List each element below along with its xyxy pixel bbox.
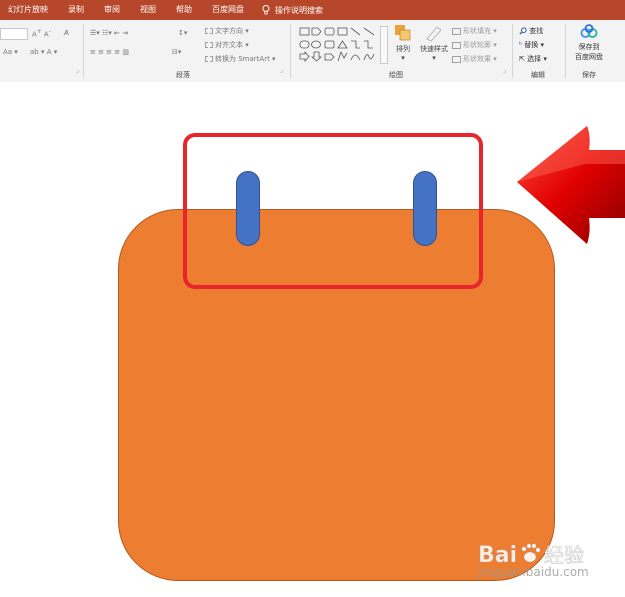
tell-me-label: 操作说明搜索 <box>275 5 323 15</box>
tell-me-search[interactable]: 操作说明搜索 <box>254 5 323 16</box>
quick-styles-label: 快速样式 <box>420 45 448 53</box>
tab-help[interactable]: 帮助 <box>166 0 202 20</box>
select-label: 选择 <box>527 55 542 63</box>
arrange-icon <box>395 25 411 41</box>
drawing-dialog-launcher[interactable]: ⌟ <box>503 67 506 74</box>
tab-baidu-netdisk[interactable]: 百度网盘 <box>202 0 254 20</box>
align-buttons[interactable]: ≡ ≡ ≡ ≡ ▥ <box>90 48 129 56</box>
replace-button[interactable]: ᵇ 替换 ▾ <box>519 40 544 50</box>
align-text-label: 对齐文本 <box>215 41 243 49</box>
replace-icon: ᵇ <box>519 41 522 49</box>
shape-effects-label: 形状效果 <box>463 55 491 63</box>
ribbon: A+ A- A̸ Aa ▾ ab ▾ A ▾ ⌟ ☰▾ ☷▾ ⇤ ⇥ ↕▾ ≡ … <box>0 20 625 83</box>
arrange-button[interactable]: 排列 ▾ <box>391 24 415 62</box>
red-arrow-icon <box>517 126 625 244</box>
highlight-box <box>183 133 483 289</box>
text-direction-label: 文字方向 <box>215 27 243 35</box>
shape-effects-button[interactable]: 形状效果 ▾ <box>452 54 497 64</box>
drawing-group-label: 绘图 <box>389 71 403 79</box>
clear-format-button[interactable]: A̸ <box>64 29 69 37</box>
watermark-text: 经验 <box>544 543 584 567</box>
tab-slideshow[interactable]: 幻灯片放映 <box>0 0 58 20</box>
save-group-label: 保存 <box>582 71 596 79</box>
bullets-button[interactable]: ☰▾ ☷▾ ⇤ ⇥ <box>90 29 128 37</box>
ribbon-tab-bar: 幻灯片放映 录制 审阅 视图 帮助 百度网盘 操作说明搜索 <box>0 0 625 20</box>
find-button[interactable]: 查找 <box>519 26 543 36</box>
tab-review[interactable]: 审阅 <box>94 0 130 20</box>
select-button[interactable]: ⇱ 选择 ▾ <box>519 54 547 64</box>
font-grow-button[interactable]: A+ A- <box>32 29 51 38</box>
paragraph-group-label: 段落 <box>176 71 190 79</box>
find-label: 查找 <box>529 27 544 35</box>
lightbulb-icon <box>262 5 270 15</box>
text-direction-button[interactable]: 文字方向 ▾ <box>205 26 249 36</box>
save-button-line2: 百度网盘 <box>575 53 603 61</box>
baidu-netdisk-icon <box>580 24 598 38</box>
quick-styles-button[interactable]: 快速样式 ▾ <box>417 24 451 62</box>
save-to-baidu-button[interactable]: 保存到 百度网盘 <box>570 24 608 62</box>
shape-fill-label: 形状填充 <box>463 27 491 35</box>
find-icon <box>519 27 527 35</box>
change-case-button[interactable]: Aa ▾ <box>3 48 18 56</box>
shape-outline-button[interactable]: 形状轮廓 ▾ <box>452 40 497 50</box>
shape-fill-button[interactable]: 形状填充 ▾ <box>452 26 497 36</box>
line-spacing-button[interactable]: ↕▾ <box>178 29 187 37</box>
tab-record[interactable]: 录制 <box>58 0 94 20</box>
columns-button[interactable]: ⊟▾ <box>172 48 181 56</box>
save-button-line1: 保存到 <box>578 43 600 51</box>
quick-styles-icon <box>426 26 442 42</box>
paragraph-dialog-launcher[interactable]: ⌟ <box>280 67 283 74</box>
shapes-gallery-scroll[interactable] <box>380 26 388 64</box>
watermark-url: jingyan.baidu.com <box>478 565 589 579</box>
arrange-label: 排列 <box>396 45 410 53</box>
editing-group-label: 编辑 <box>531 71 545 79</box>
highlight-color-button[interactable]: ab ▾ A ▾ <box>30 48 57 56</box>
font-size-box[interactable] <box>0 28 28 40</box>
shapes-gallery[interactable] <box>298 26 380 64</box>
smartart-label: 转换为 SmartArt <box>215 55 270 63</box>
convert-smartart-button[interactable]: 转换为 SmartArt ▾ <box>205 54 276 64</box>
shape-outline-label: 形状轮廓 <box>463 41 491 49</box>
select-icon: ⇱ <box>519 55 525 63</box>
baidu-watermark-logo: Bai 经验 <box>478 543 584 568</box>
align-text-button[interactable]: 对齐文本 ▾ <box>205 40 249 50</box>
tab-view[interactable]: 视图 <box>130 0 166 20</box>
font-dialog-launcher[interactable]: ⌟ <box>76 67 79 74</box>
replace-label: 替换 <box>524 41 539 49</box>
